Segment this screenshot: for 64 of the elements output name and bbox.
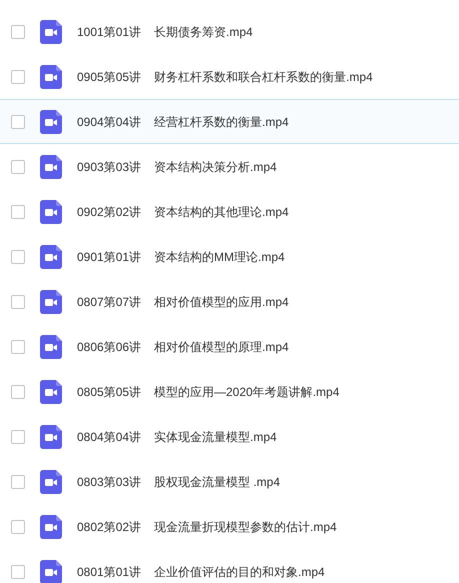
- file-row[interactable]: 0803第03讲 股权现金流量模型 .mp4: [0, 459, 459, 504]
- file-row[interactable]: 0901第01讲 资本结构的MM理论.mp4: [0, 234, 459, 279]
- video-file-icon: [40, 20, 62, 44]
- checkbox[interactable]: [11, 24, 25, 38]
- checkbox[interactable]: [11, 160, 25, 174]
- video-file-icon: [40, 380, 62, 404]
- file-title: 相对价值模型的应用.mp4: [154, 294, 289, 310]
- video-file-icon: [40, 154, 62, 178]
- video-file-icon: [40, 334, 62, 358]
- file-number: 1001第01讲: [77, 24, 142, 40]
- video-file-icon: [40, 64, 62, 88]
- checkbox[interactable]: [11, 564, 25, 578]
- file-title: 长期债务筹资.mp4: [154, 24, 253, 40]
- file-title: 财务杠杆系数和联合杠杆系数的衡量.mp4: [154, 68, 373, 86]
- file-title: 资本结构决策分析.mp4: [154, 158, 277, 176]
- file-number: 0803第03讲: [77, 474, 142, 490]
- file-row[interactable]: 0802第02讲 现金流量折现模型参数的估计.mp4: [0, 504, 459, 549]
- file-number: 0904第04讲: [77, 114, 142, 130]
- file-number: 0903第03讲: [77, 158, 142, 176]
- file-title: 资本结构的其他理论.mp4: [154, 204, 289, 220]
- file-number: 0905第05讲: [77, 68, 142, 86]
- file-row[interactable]: 0806第06讲 相对价值模型的原理.mp4: [0, 324, 459, 369]
- video-file-icon: [40, 514, 62, 538]
- file-row[interactable]: 0804第04讲 实体现金流量模型.mp4: [0, 414, 459, 459]
- file-title: 模型的应用—2020年考题讲解.mp4: [154, 384, 340, 400]
- video-file-icon: [40, 424, 62, 448]
- checkbox[interactable]: [11, 384, 25, 398]
- video-file-icon: [40, 244, 62, 268]
- file-title: 经营杠杆系数的衡量.mp4: [154, 114, 289, 130]
- file-row[interactable]: 1001第01讲 长期债务筹资.mp4: [0, 9, 459, 54]
- file-number: 0802第02讲: [77, 518, 142, 536]
- checkbox[interactable]: [11, 204, 25, 218]
- checkbox[interactable]: [11, 250, 25, 264]
- file-row[interactable]: 0805第05讲 模型的应用—2020年考题讲解.mp4: [0, 369, 459, 414]
- file-row[interactable]: 0903第03讲 资本结构决策分析.mp4: [0, 144, 459, 189]
- checkbox[interactable]: [11, 474, 25, 488]
- file-number: 0801第01讲: [77, 564, 142, 580]
- video-file-icon: [40, 110, 62, 134]
- file-number: 0902第02讲: [77, 204, 142, 220]
- video-file-icon: [40, 290, 62, 314]
- file-row[interactable]: 0807第07讲 相对价值模型的应用.mp4: [0, 279, 459, 324]
- file-title: 资本结构的MM理论.mp4: [154, 248, 285, 266]
- file-row[interactable]: 0904第04讲 经营杠杆系数的衡量.mp4: [0, 99, 459, 144]
- file-title: 现金流量折现模型参数的估计.mp4: [154, 518, 337, 536]
- video-file-icon: [40, 470, 62, 494]
- file-number: 0805第05讲: [77, 384, 142, 400]
- file-row[interactable]: 0801第01讲 企业价值评估的目的和对象.mp4: [0, 549, 459, 583]
- checkbox[interactable]: [11, 520, 25, 534]
- checkbox[interactable]: [11, 114, 25, 128]
- checkbox[interactable]: [11, 430, 25, 444]
- file-title: 实体现金流量模型.mp4: [154, 428, 277, 446]
- file-number: 0807第07讲: [77, 294, 142, 310]
- file-title: 相对价值模型的原理.mp4: [154, 338, 289, 356]
- checkbox[interactable]: [11, 294, 25, 308]
- file-title: 企业价值评估的目的和对象.mp4: [154, 564, 325, 580]
- file-row[interactable]: 0902第02讲 资本结构的其他理论.mp4: [0, 189, 459, 234]
- checkbox[interactable]: [11, 70, 25, 84]
- file-number: 0901第01讲: [77, 248, 142, 266]
- file-row[interactable]: 0905第05讲 财务杠杆系数和联合杠杆系数的衡量.mp4: [0, 54, 459, 99]
- file-number: 0806第06讲: [77, 338, 142, 356]
- video-file-icon: [40, 200, 62, 224]
- file-number: 0804第04讲: [77, 428, 142, 446]
- checkbox[interactable]: [11, 340, 25, 354]
- file-title: 股权现金流量模型 .mp4: [154, 474, 280, 490]
